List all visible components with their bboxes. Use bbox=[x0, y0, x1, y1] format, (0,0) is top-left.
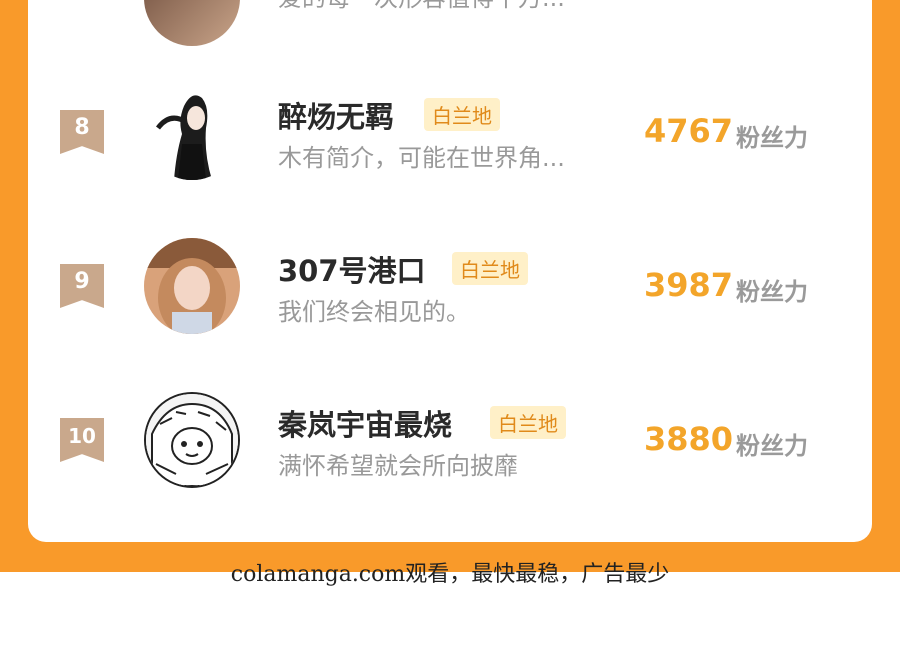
user-description: 我们终会相见的。 bbox=[278, 298, 470, 326]
avatar[interactable] bbox=[144, 0, 240, 46]
user-name[interactable]: 醉炀无羁 bbox=[278, 94, 394, 136]
fan-score: 3987 bbox=[644, 266, 734, 304]
rank-badge-icon: 9 bbox=[60, 264, 104, 308]
fan-score: 3880 bbox=[644, 420, 734, 458]
user-description: 木有简介，可能在世界角... bbox=[278, 144, 565, 172]
site-watermark-text: colamanga.com观看，最快最稳，广告最少 bbox=[230, 562, 670, 587]
user-name[interactable]: 307号港口 bbox=[278, 248, 426, 290]
user-description: 满怀希望就会所向披靡 bbox=[278, 452, 518, 480]
avatar-photo bbox=[144, 238, 240, 334]
ranking-row-8[interactable]: 8 醉炀无羁 白兰地 木有简介，可能在世界角... 4767 粉丝力 bbox=[28, 78, 872, 188]
avatar[interactable] bbox=[144, 84, 240, 180]
fan-score: 4767 bbox=[644, 112, 734, 150]
fan-score-label: 粉丝力 bbox=[736, 432, 808, 460]
avatar[interactable] bbox=[144, 238, 240, 334]
level-tag: 白兰地 bbox=[424, 98, 500, 131]
rank-badge-icon: 8 bbox=[60, 110, 104, 154]
ranking-row-10[interactable]: 10 秦岚宇宙最烧 白兰地 满怀希望就会所向披靡 3880 粉丝力 bbox=[28, 386, 872, 496]
rank-badge-icon: 10 bbox=[60, 418, 104, 462]
user-description: 爱的每一次形容值得千万... bbox=[278, 0, 565, 13]
user-name[interactable]: 秦岚宇宙最烧 bbox=[278, 402, 452, 444]
level-tag: 白兰地 bbox=[490, 406, 566, 439]
fan-score-label: 粉丝力 bbox=[736, 124, 808, 152]
avatar-illustration bbox=[146, 394, 238, 486]
avatar[interactable] bbox=[144, 392, 240, 488]
level-tag: 白兰地 bbox=[452, 252, 528, 285]
fan-score-label: 粉丝力 bbox=[736, 278, 808, 306]
ranking-row-9[interactable]: 9 307号港口 白兰地 我们终会相见的。 3987 粉丝力 bbox=[28, 232, 872, 342]
avatar-illustration bbox=[156, 95, 212, 180]
ranking-card: 爱的每一次形容值得千万... 8 醉炀无羁 白兰地 木有简介，可能在世界角...… bbox=[28, 0, 872, 542]
ranking-row-7[interactable]: 爱的每一次形容值得千万... bbox=[28, 0, 872, 70]
